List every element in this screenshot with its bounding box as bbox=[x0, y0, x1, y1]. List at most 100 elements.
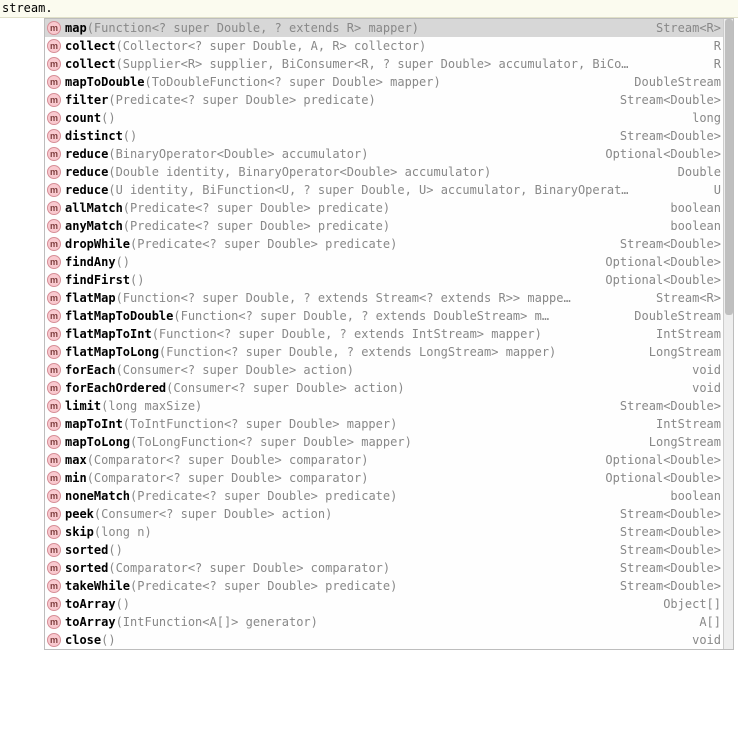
completion-item[interactable]: mreduce(BinaryOperator<Double> accumulat… bbox=[45, 145, 723, 163]
method-icon: m bbox=[47, 561, 61, 575]
completion-item[interactable]: mreduce(Double identity, BinaryOperator<… bbox=[45, 163, 723, 181]
completion-item[interactable]: mcollect(Collector<? super Double, A, R>… bbox=[45, 37, 723, 55]
completion-params: (Double identity, BinaryOperator<Double>… bbox=[108, 165, 491, 179]
completion-name: min bbox=[65, 471, 87, 485]
completion-scrollbar[interactable] bbox=[723, 19, 733, 649]
completion-item[interactable]: mflatMapToDouble(Function<? super Double… bbox=[45, 307, 723, 325]
completion-item[interactable]: mdistinct()Stream<Double> bbox=[45, 127, 723, 145]
completion-item[interactable]: m anyMatch(Predicate<? super Double> pred… bbox=[45, 217, 723, 235]
method-icon: m bbox=[47, 417, 61, 431]
completion-item[interactable]: mcollect(Supplier<R> supplier, BiConsume… bbox=[45, 55, 723, 73]
editor-line[interactable]: stream. bbox=[0, 0, 738, 18]
completion-item[interactable]: mforEach(Consumer<? super Double> action… bbox=[45, 361, 723, 379]
method-icon: m bbox=[47, 21, 61, 35]
completion-return-type: Stream<Double> bbox=[612, 129, 721, 143]
completion-return-type: void bbox=[684, 363, 721, 377]
completion-params: (ToLongFunction<? super Double> mapper) bbox=[130, 435, 412, 449]
method-icon: m bbox=[47, 489, 61, 503]
completion-name: flatMapToLong bbox=[65, 345, 159, 359]
method-icon: m bbox=[47, 183, 61, 197]
completion-item[interactable]: mskip(long n)Stream<Double> bbox=[45, 523, 723, 541]
completion-item[interactable]: mtoArray(IntFunction<A[]> generator)A[] bbox=[45, 613, 723, 631]
scrollbar-thumb[interactable] bbox=[725, 19, 733, 315]
completion-params: (Function<? super Double, ? extends Doub… bbox=[173, 309, 549, 323]
completion-name: sorted bbox=[65, 561, 108, 575]
completion-list[interactable]: mmap(Function<? super Double, ? extends … bbox=[45, 19, 723, 649]
method-icon: m bbox=[47, 471, 61, 485]
completion-name: anyMatch bbox=[65, 219, 123, 233]
completion-return-type: boolean bbox=[662, 219, 721, 233]
completion-item[interactable]: mflatMapToInt(Function<? super Double, ?… bbox=[45, 325, 723, 343]
completion-params: (Comparator<? super Double> comparator) bbox=[87, 471, 369, 485]
method-icon: m bbox=[47, 327, 61, 341]
method-icon: m bbox=[47, 219, 61, 233]
completion-item[interactable]: mmap(Function<? super Double, ? extends … bbox=[45, 19, 723, 37]
completion-item[interactable]: mmapToDouble(ToDoubleFunction<? super Do… bbox=[45, 73, 723, 91]
completion-item[interactable]: mdropWhile(Predicate<? super Double> pre… bbox=[45, 235, 723, 253]
completion-return-type: boolean bbox=[662, 201, 721, 215]
method-icon: m bbox=[47, 273, 61, 287]
completion-item[interactable]: mflatMap(Function<? super Double, ? exte… bbox=[45, 289, 723, 307]
method-icon: m bbox=[47, 453, 61, 467]
completion-return-type: Stream<Double> bbox=[612, 399, 721, 413]
completion-item[interactable]: mfilter(Predicate<? super Double> predic… bbox=[45, 91, 723, 109]
completion-item[interactable]: mclose() void bbox=[45, 631, 723, 649]
completion-return-type: R bbox=[706, 57, 721, 71]
method-icon: m bbox=[47, 237, 61, 251]
completion-item[interactable]: mreduce(U identity, BiFunction<U, ? supe… bbox=[45, 181, 723, 199]
completion-params: (U identity, BiFunction<U, ? super Doubl… bbox=[108, 183, 628, 197]
completion-return-type: LongStream bbox=[641, 345, 721, 359]
completion-item[interactable]: mcount()long bbox=[45, 109, 723, 127]
completion-item[interactable]: msorted()Stream<Double> bbox=[45, 541, 723, 559]
completion-params: (ToIntFunction<? super Double> mapper) bbox=[123, 417, 398, 431]
completion-return-type: Object[] bbox=[655, 597, 721, 611]
completion-return-type: void bbox=[684, 381, 721, 395]
completion-item[interactable]: mforEachOrdered(Consumer<? super Double>… bbox=[45, 379, 723, 397]
completion-params: (IntFunction<A[]> generator) bbox=[116, 615, 318, 629]
completion-params: (long n) bbox=[94, 525, 152, 539]
method-icon: m bbox=[47, 39, 61, 53]
completion-name: findFirst bbox=[65, 273, 130, 287]
completion-return-type: Stream<Double> bbox=[612, 579, 721, 593]
method-icon: m bbox=[47, 507, 61, 521]
completion-item[interactable]: mmax(Comparator<? super Double> comparat… bbox=[45, 451, 723, 469]
completion-item[interactable]: msorted(Comparator<? super Double> compa… bbox=[45, 559, 723, 577]
completion-name: close bbox=[65, 633, 101, 647]
completion-return-type: Stream<R> bbox=[648, 21, 721, 35]
completion-item[interactable]: mflatMapToLong(Function<? super Double, … bbox=[45, 343, 723, 361]
completion-item[interactable]: mfindFirst()Optional<Double> bbox=[45, 271, 723, 289]
completion-item[interactable]: mfindAny()Optional<Double> bbox=[45, 253, 723, 271]
completion-item[interactable]: mmapToInt(ToIntFunction<? super Double> … bbox=[45, 415, 723, 433]
completion-name: forEachOrdered bbox=[65, 381, 166, 395]
completion-name: collect bbox=[65, 39, 116, 53]
completion-params: (Predicate<? super Double> predicate) bbox=[123, 219, 390, 233]
completion-item[interactable]: mpeek(Consumer<? super Double> action)St… bbox=[45, 505, 723, 523]
completion-item[interactable]: mtakeWhile(Predicate<? super Double> pre… bbox=[45, 577, 723, 595]
completion-name: toArray bbox=[65, 615, 116, 629]
completion-return-type: void bbox=[684, 633, 721, 647]
completion-name: sorted bbox=[65, 543, 108, 557]
completion-item[interactable]: mmin(Comparator<? super Double> comparat… bbox=[45, 469, 723, 487]
completion-name: peek bbox=[65, 507, 94, 521]
completion-item[interactable]: mlimit(long maxSize)Stream<Double> bbox=[45, 397, 723, 415]
completion-params: () bbox=[116, 255, 130, 269]
completion-item[interactable]: mmapToLong(ToLongFunction<? super Double… bbox=[45, 433, 723, 451]
method-icon: m bbox=[47, 291, 61, 305]
completion-item[interactable]: mallMatch(Predicate<? super Double> pred… bbox=[45, 199, 723, 217]
completion-item[interactable]: mnoneMatch(Predicate<? super Double> pre… bbox=[45, 487, 723, 505]
method-icon: m bbox=[47, 543, 61, 557]
completion-params: (Function<? super Double, ? extends IntS… bbox=[152, 327, 542, 341]
method-icon: m bbox=[47, 597, 61, 611]
method-icon: m bbox=[47, 255, 61, 269]
completion-name: reduce bbox=[65, 183, 108, 197]
method-icon: m bbox=[47, 399, 61, 413]
completion-params: () bbox=[101, 633, 115, 647]
completion-params: (Predicate<? super Double> predicate) bbox=[108, 93, 375, 107]
completion-params: () bbox=[116, 597, 130, 611]
completion-params: (Predicate<? super Double> predicate) bbox=[123, 201, 390, 215]
completion-return-type: Optional<Double> bbox=[597, 273, 721, 287]
method-icon: m bbox=[47, 633, 61, 647]
completion-return-type: IntStream bbox=[648, 327, 721, 341]
completion-item[interactable]: mtoArray()Object[] bbox=[45, 595, 723, 613]
completion-return-type: LongStream bbox=[641, 435, 721, 449]
